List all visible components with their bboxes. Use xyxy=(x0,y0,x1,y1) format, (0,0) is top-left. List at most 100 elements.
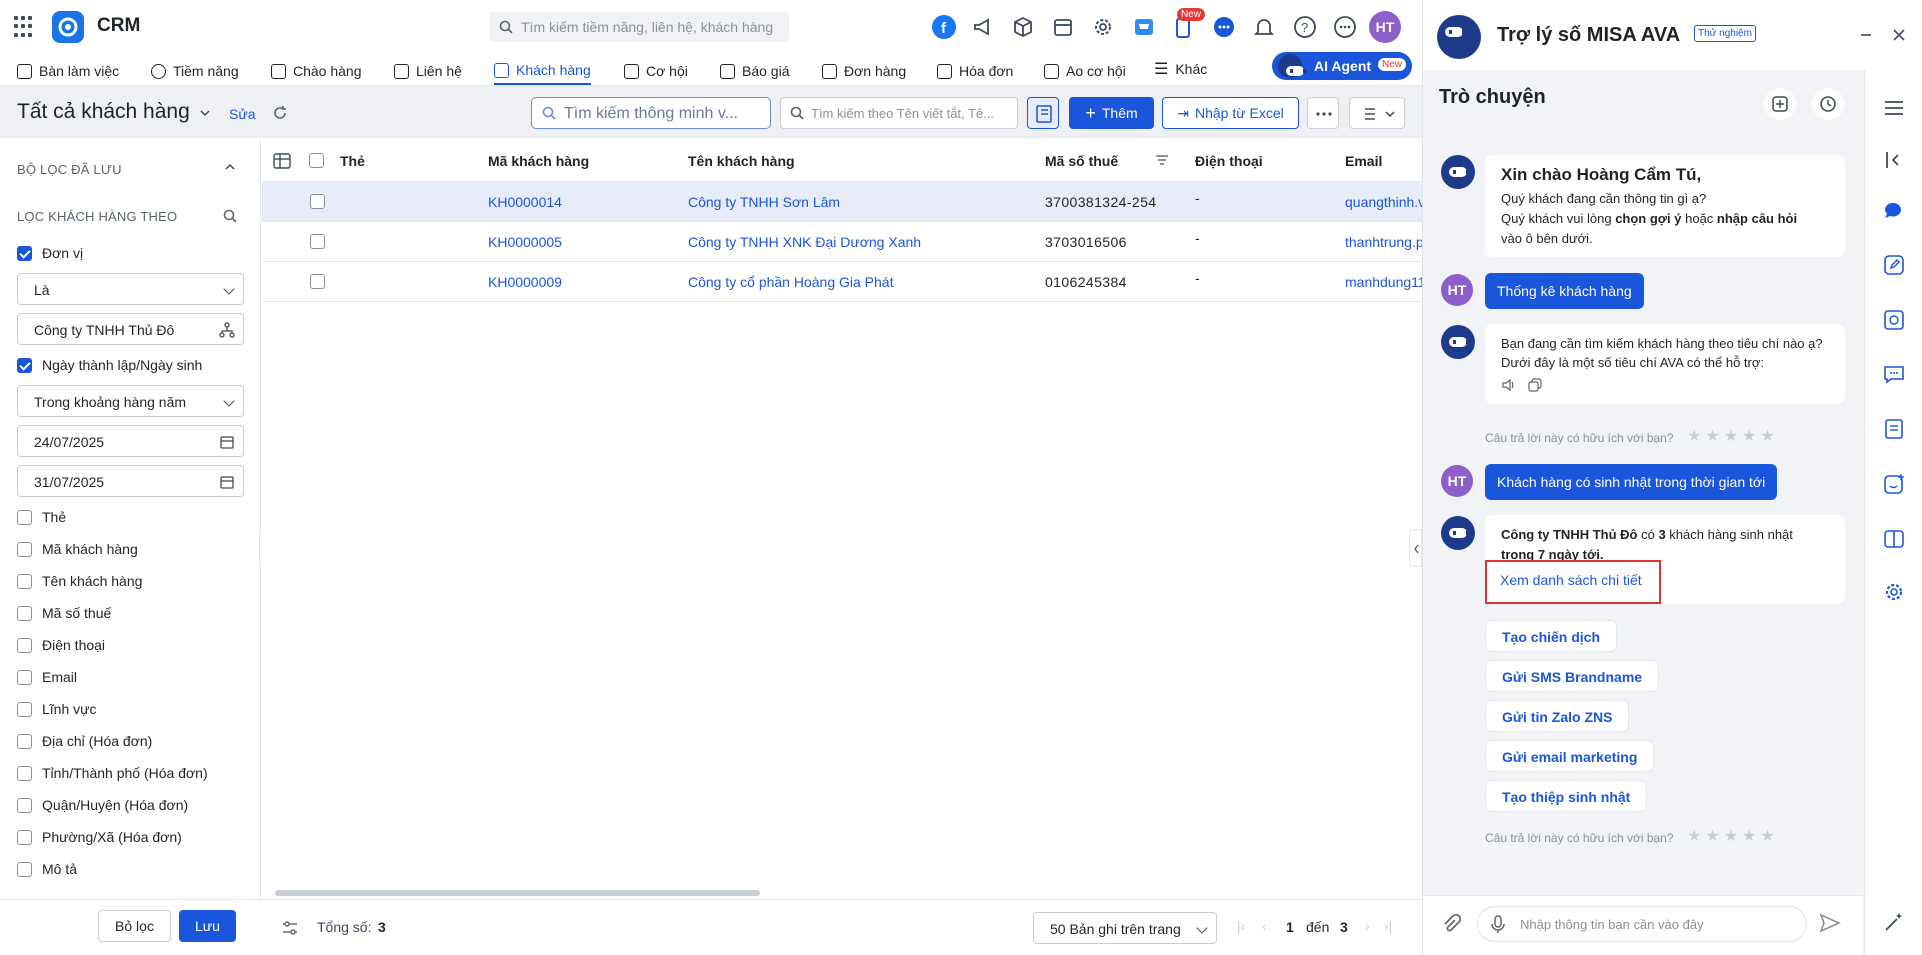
chat-input[interactable]: Nhập thông tin bạn cần vào đây xyxy=(1477,906,1807,942)
nav-customers[interactable]: Khách hàng xyxy=(494,57,591,85)
checkbox[interactable] xyxy=(17,541,32,557)
ai-agent-button[interactable]: AI Agent New xyxy=(1272,52,1412,80)
rating-stars[interactable]: ★★★★★ xyxy=(1687,826,1779,846)
date-operator-select[interactable]: Trong khoảng hàng năm xyxy=(17,385,244,417)
customer-code-link[interactable]: KH0000005 xyxy=(488,234,562,250)
column-header-tax[interactable]: Mã số thuế xyxy=(1045,153,1118,169)
prev-page-button[interactable]: ‹ xyxy=(1262,918,1267,934)
question-chat-icon[interactable] xyxy=(1882,362,1906,386)
document-icon[interactable] xyxy=(1882,417,1906,441)
magic-wand-icon[interactable] xyxy=(1882,910,1906,934)
rating-stars[interactable]: ★★★★★ xyxy=(1687,426,1779,446)
search-icon[interactable] xyxy=(223,209,237,223)
megaphone-icon[interactable] xyxy=(970,14,996,40)
horizontal-scrollbar[interactable] xyxy=(275,890,760,896)
unit-value-input[interactable]: Công ty TNHH Thủ Đô xyxy=(17,313,244,345)
collapse-panel-icon[interactable] xyxy=(1882,148,1906,172)
column-header-email[interactable]: Email xyxy=(1345,153,1382,169)
customer-name-link[interactable]: Công ty cổ phần Hoàng Gia Phát xyxy=(688,274,893,290)
nav-contacts[interactable]: Liên hệ xyxy=(394,57,462,85)
panel-collapse-handle[interactable] xyxy=(1409,529,1422,567)
table-row[interactable]: KH0000014 Công ty TNHH Sơn Lâm 370038132… xyxy=(262,182,1425,222)
bell-icon[interactable] xyxy=(1251,14,1277,40)
row-checkbox[interactable] xyxy=(310,234,325,249)
settings-icon[interactable] xyxy=(1090,14,1116,40)
row-checkbox[interactable] xyxy=(310,274,325,289)
more-apps-icon[interactable] xyxy=(1332,14,1358,40)
add-customer-button[interactable]: + Thêm xyxy=(1069,97,1154,129)
filter-field-checkbox[interactable]: Mã số thuế xyxy=(17,605,111,621)
calendar-icon[interactable] xyxy=(219,434,235,450)
column-header-name[interactable]: Tên khách hàng xyxy=(688,153,795,169)
filter-field-checkbox[interactable]: Thẻ xyxy=(17,509,66,525)
send-sms-button[interactable]: Gửi SMS Brandname xyxy=(1485,660,1660,692)
customer-code-link[interactable]: KH0000014 xyxy=(488,194,562,210)
filter-field-checkbox[interactable]: Mô tả xyxy=(17,861,77,877)
send-email-button[interactable]: Gửi email marketing xyxy=(1485,740,1655,772)
column-header-tag[interactable]: Thẻ xyxy=(340,153,365,169)
nav-dashboard[interactable]: Bàn làm việc xyxy=(17,57,119,85)
table-row[interactable]: KH0000005 Công ty TNHH XNK Đại Dương Xan… xyxy=(262,222,1424,262)
filter-field-checkbox[interactable]: Mã khách hàng xyxy=(17,541,138,557)
checkbox[interactable] xyxy=(17,797,32,813)
nav-opportunities[interactable]: Cơ hội xyxy=(624,57,688,85)
facebook-icon[interactable]: f xyxy=(931,14,957,40)
create-birthday-card-button[interactable]: Tạo thiệp sinh nhật xyxy=(1485,780,1648,812)
first-page-button[interactable]: |‹ xyxy=(1237,918,1245,934)
customer-search-input[interactable]: Tìm kiếm theo Tên viết tắt, Tê... xyxy=(780,97,1018,129)
checkbox[interactable] xyxy=(17,733,32,749)
view-mode-button[interactable] xyxy=(1349,97,1405,129)
nav-quotes[interactable]: Báo giá xyxy=(720,57,789,85)
chat-icon[interactable] xyxy=(1211,14,1237,40)
global-search-input[interactable]: Tìm kiếm tiềm năng, liên hệ, khách hàng xyxy=(490,12,789,42)
tasks-icon[interactable] xyxy=(1882,308,1906,332)
package-icon[interactable] xyxy=(1010,14,1036,40)
chat-bubble-icon[interactable] xyxy=(1882,200,1906,224)
checkbox[interactable] xyxy=(17,861,32,877)
email-link[interactable]: manhdung11 xyxy=(1345,274,1426,290)
filter-field-checkbox[interactable]: Tên khách hàng xyxy=(17,573,142,589)
nav-orders[interactable]: Đơn hàng xyxy=(822,57,906,85)
nav-invoices[interactable]: Hóa đơn xyxy=(937,57,1013,85)
checkbox-checked[interactable] xyxy=(17,357,32,373)
edit-icon[interactable] xyxy=(1882,253,1906,277)
date-from-input[interactable]: 24/07/2025 xyxy=(17,425,244,457)
microphone-icon[interactable] xyxy=(1490,915,1506,935)
hamburger-icon[interactable] xyxy=(1882,96,1906,120)
attach-icon[interactable] xyxy=(1441,914,1461,934)
view-detail-list-link[interactable]: Xem danh sách chi tiết xyxy=(1500,572,1642,588)
nav-more[interactable]: ☰ Khác xyxy=(1154,55,1207,83)
close-icon[interactable] xyxy=(1892,28,1906,42)
filter-field-checkbox[interactable]: Quận/Huyện (Hóa đơn) xyxy=(17,797,188,813)
more-options-button[interactable] xyxy=(1307,97,1339,129)
help-icon[interactable]: ? xyxy=(1292,14,1318,40)
checkbox[interactable] xyxy=(17,669,32,685)
filter-icon[interactable] xyxy=(1156,155,1168,165)
customer-name-link[interactable]: Công ty TNHH Sơn Lâm xyxy=(688,194,840,210)
email-link[interactable]: thanhtrung.p xyxy=(1345,234,1424,250)
save-filter-button[interactable]: Lưu xyxy=(179,910,236,942)
filter-unit-checkbox[interactable]: Đơn vị xyxy=(17,245,83,261)
new-chat-button[interactable] xyxy=(1764,88,1796,120)
last-page-button[interactable]: ›| xyxy=(1384,918,1392,934)
unit-operator-select[interactable]: Là xyxy=(17,273,244,305)
sliders-icon[interactable] xyxy=(282,920,298,936)
smart-search-input[interactable]: Tìm kiếm thông minh v... xyxy=(531,97,771,129)
gear-icon[interactable] xyxy=(1882,580,1906,604)
filter-field-checkbox[interactable]: Email xyxy=(17,669,77,685)
select-all-checkbox[interactable] xyxy=(309,153,324,168)
checkbox[interactable] xyxy=(17,509,32,525)
customer-code-link[interactable]: KH0000009 xyxy=(488,274,562,290)
user-avatar[interactable]: HT xyxy=(1369,11,1401,43)
filter-field-checkbox[interactable]: Lĩnh vực xyxy=(17,701,97,717)
speaker-icon[interactable] xyxy=(1501,378,1517,392)
filter-date-checkbox[interactable]: Ngày thành lập/Ngày sinh xyxy=(17,357,202,373)
date-to-input[interactable]: 31/07/2025 xyxy=(17,465,244,497)
split-view-icon[interactable] xyxy=(1882,527,1906,551)
cart-icon[interactable] xyxy=(1131,14,1157,40)
column-settings-icon[interactable] xyxy=(273,152,293,170)
add-emoji-icon[interactable] xyxy=(1882,472,1906,496)
nav-offers[interactable]: Chào hàng xyxy=(271,57,362,85)
column-header-code[interactable]: Mã khách hàng xyxy=(488,153,589,169)
table-row[interactable]: KH0000009 Công ty cổ phần Hoàng Gia Phát… xyxy=(262,262,1426,302)
